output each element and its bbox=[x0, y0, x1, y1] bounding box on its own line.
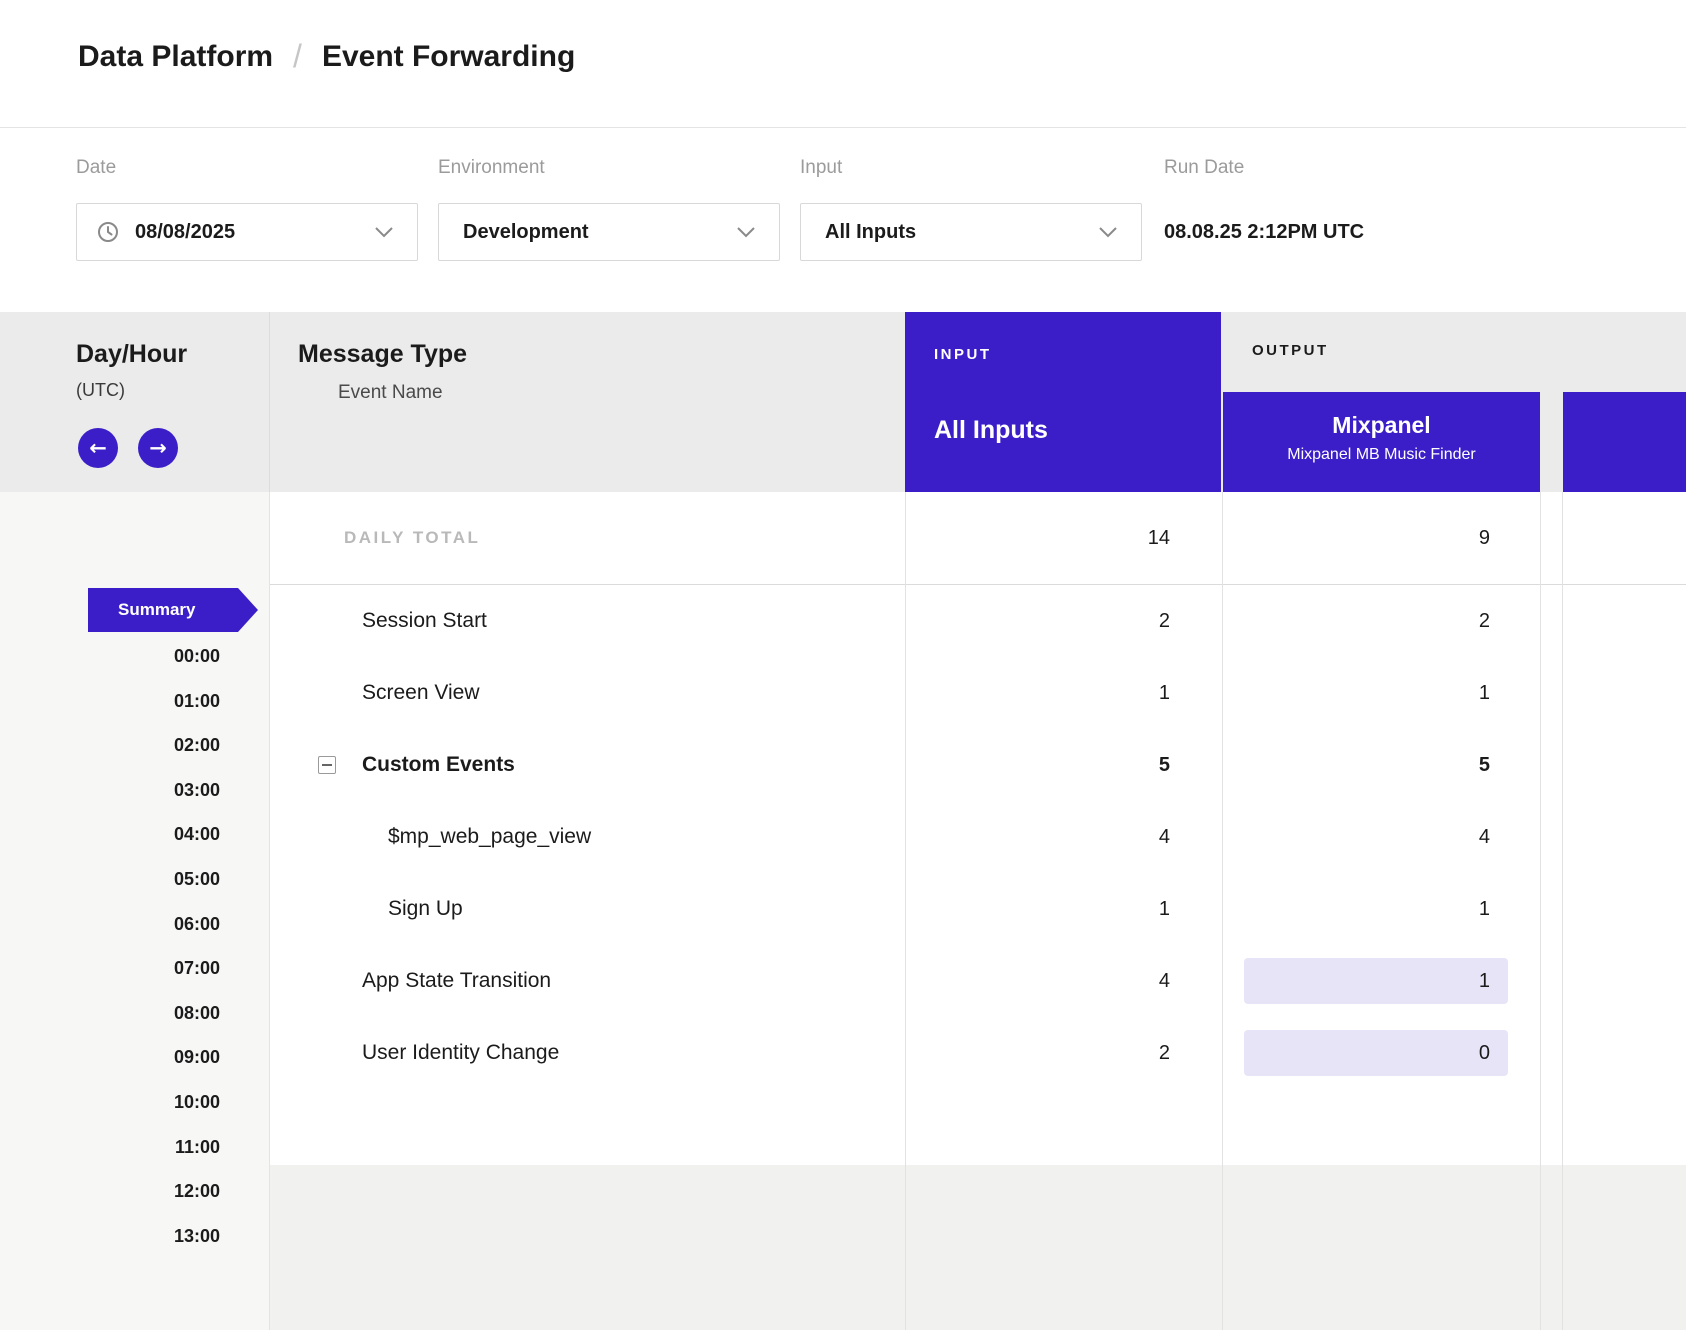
table-row: Screen View 1 1 bbox=[270, 657, 1686, 729]
table-row: User Identity Change 2 0 bbox=[270, 1017, 1686, 1089]
output-connection-name: Mixpanel MB Music Finder bbox=[1223, 446, 1540, 464]
hour-label[interactable]: 13:00 bbox=[0, 1214, 220, 1259]
output-count: 2 bbox=[1222, 585, 1540, 657]
input-count: 2 bbox=[905, 585, 1222, 657]
input-count: 4 bbox=[905, 945, 1222, 1017]
daily-total-row: DAILY TOTAL 14 9 bbox=[270, 492, 1686, 585]
output-count: 4 bbox=[1222, 801, 1540, 873]
input-column-label: INPUT bbox=[934, 346, 992, 363]
prev-day-button[interactable]: ← bbox=[78, 428, 118, 468]
event-rows: Session Start 2 2 Screen View 1 1 Custom… bbox=[270, 585, 1686, 1089]
hour-label[interactable]: 05:00 bbox=[0, 857, 220, 902]
grid-body: DAILY TOTAL 14 9 Session Start 2 2 Scree… bbox=[270, 492, 1686, 1330]
collapse-icon[interactable] bbox=[318, 756, 336, 774]
input-count: 4 bbox=[905, 801, 1222, 873]
hour-label[interactable]: 00:00 bbox=[0, 634, 220, 679]
date-dropdown[interactable]: 08/08/2025 bbox=[76, 203, 418, 261]
input-count: 1 bbox=[905, 657, 1222, 729]
time-column: Summary 00:00 01:00 02:00 03:00 04:00 05… bbox=[0, 492, 270, 1330]
hour-label[interactable]: 12:00 bbox=[0, 1169, 220, 1214]
event-name: $mp_web_page_view bbox=[388, 801, 591, 873]
message-type-title: Message Type bbox=[298, 340, 467, 369]
input-column-header: INPUT All Inputs bbox=[905, 312, 1221, 492]
hour-label[interactable]: 06:00 bbox=[0, 902, 220, 947]
daily-total-input-value: 14 bbox=[905, 492, 1222, 585]
day-nav-buttons: ← → bbox=[78, 428, 178, 468]
input-filter-label: Input bbox=[800, 157, 842, 179]
hour-list: 00:00 01:00 02:00 03:00 04:00 05:00 06:0… bbox=[0, 634, 220, 1258]
output-count: 1 bbox=[1222, 657, 1540, 729]
hour-label[interactable]: 08:00 bbox=[0, 991, 220, 1036]
event-name-subtitle: Event Name bbox=[338, 382, 443, 404]
clock-icon bbox=[97, 221, 119, 243]
column-divider bbox=[1562, 492, 1563, 1330]
input-dropdown[interactable]: All Inputs bbox=[800, 203, 1142, 261]
breadcrumb-separator: / bbox=[293, 38, 302, 75]
hour-label[interactable]: 10:00 bbox=[0, 1080, 220, 1125]
output-name: Mixpanel bbox=[1223, 412, 1540, 439]
chevron-down-icon bbox=[737, 227, 755, 238]
hour-label[interactable]: 09:00 bbox=[0, 1035, 220, 1080]
event-name: Sign Up bbox=[388, 873, 463, 945]
table-row: Sign Up 1 1 bbox=[270, 873, 1686, 945]
output-count: 5 bbox=[1222, 729, 1540, 801]
page-title: Event Forwarding bbox=[322, 40, 575, 74]
input-dropdown-value: All Inputs bbox=[825, 221, 916, 244]
day-hour-header: Day/Hour (UTC) ← → bbox=[0, 312, 270, 492]
hour-label[interactable]: 02:00 bbox=[0, 723, 220, 768]
next-day-button[interactable]: → bbox=[138, 428, 178, 468]
environment-dropdown[interactable]: Development bbox=[438, 203, 780, 261]
column-divider bbox=[1540, 492, 1541, 1330]
date-dropdown-value: 08/08/2025 bbox=[135, 221, 235, 244]
day-hour-timezone: (UTC) bbox=[76, 380, 125, 401]
hour-label[interactable]: 01:00 bbox=[0, 679, 220, 724]
run-date-value: 08.08.25 2:12PM UTC bbox=[1164, 203, 1364, 261]
top-bar: Data Platform / Event Forwarding bbox=[0, 0, 1686, 128]
chevron-down-icon bbox=[1099, 227, 1117, 238]
output-count: 1 bbox=[1222, 873, 1540, 945]
output-column-label: OUTPUT bbox=[1252, 342, 1329, 359]
date-filter-label: Date bbox=[76, 157, 116, 179]
hour-label[interactable]: 11:00 bbox=[0, 1125, 220, 1170]
day-hour-title: Day/Hour bbox=[76, 340, 187, 369]
event-name: Session Start bbox=[362, 585, 487, 657]
input-column-selected: All Inputs bbox=[934, 416, 1048, 445]
table-row: Custom Events 5 5 bbox=[270, 729, 1686, 801]
summary-marker[interactable]: Summary bbox=[88, 588, 258, 632]
hour-label[interactable]: 04:00 bbox=[0, 812, 220, 857]
input-count: 5 bbox=[905, 729, 1222, 801]
daily-total-output-value: 9 bbox=[1222, 492, 1540, 585]
output-count-highlighted: 0 bbox=[1244, 1030, 1508, 1076]
environment-filter-label: Environment bbox=[438, 157, 545, 179]
input-count: 1 bbox=[905, 873, 1222, 945]
input-count: 2 bbox=[905, 1017, 1222, 1089]
daily-total-label: DAILY TOTAL bbox=[344, 528, 480, 548]
breadcrumb-data-platform[interactable]: Data Platform bbox=[78, 40, 273, 74]
breadcrumb: Data Platform / Event Forwarding bbox=[78, 38, 575, 75]
output-column-mixpanel: Mixpanel Mixpanel MB Music Finder bbox=[1223, 392, 1540, 492]
event-forwarding-screen: Data Platform / Event Forwarding Date En… bbox=[0, 0, 1686, 1330]
event-name: App State Transition bbox=[362, 945, 551, 1017]
environment-dropdown-value: Development bbox=[463, 221, 589, 244]
filter-bar: Date Environment Input Run Date 08/08/20… bbox=[0, 129, 1686, 312]
event-name: Screen View bbox=[362, 657, 480, 729]
hour-label[interactable]: 07:00 bbox=[0, 946, 220, 991]
table-row: App State Transition 4 1 bbox=[270, 945, 1686, 1017]
output-count-highlighted: 1 bbox=[1244, 958, 1508, 1004]
table-row: Session Start 2 2 bbox=[270, 585, 1686, 657]
event-name: User Identity Change bbox=[362, 1017, 559, 1089]
run-date-label: Run Date bbox=[1164, 157, 1244, 179]
grid-header: Day/Hour (UTC) ← → Message Type Event Na… bbox=[0, 312, 1686, 492]
grid-body-empty-area bbox=[270, 1165, 1686, 1330]
event-name: Custom Events bbox=[362, 729, 515, 801]
chevron-down-icon bbox=[375, 227, 393, 238]
table-row: $mp_web_page_view 4 4 bbox=[270, 801, 1686, 873]
hour-label[interactable]: 03:00 bbox=[0, 768, 220, 813]
next-output-column-partial bbox=[1563, 392, 1686, 492]
